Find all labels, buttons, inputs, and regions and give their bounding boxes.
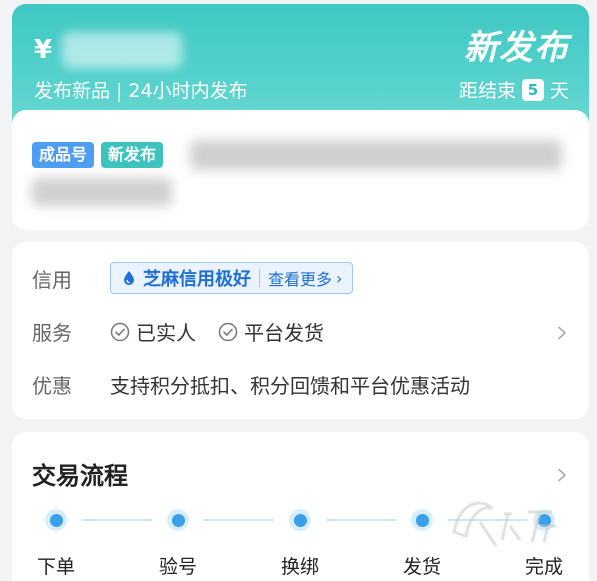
promo-value: 支持积分抵扣、积分回馈和平台优惠活动 [110,374,470,398]
listing-page: ¥ 新发布 发布新品|24小时内发布 距结束 5 天 成品号 新发布 信用 [0,0,597,581]
tag-new-release: 新发布 [101,142,164,168]
service-item: 已实人 [110,317,196,346]
chevron-right-icon[interactable] [555,326,569,340]
step-label: 验号 [158,556,197,578]
countdown: 距结束 5 天 [459,76,569,103]
product-title-redacted [190,140,562,170]
step-connector [82,519,152,521]
step-label: 完成 [524,556,563,578]
promo-label: 优惠 [32,374,72,398]
check-circle-icon [110,322,130,341]
process-title: 交易流程 [32,462,128,490]
check-circle-icon [218,322,238,341]
currency-symbol: ¥ [34,35,53,65]
subtitle-right: 24小时内发布 [128,80,248,102]
countdown-value: 5 [521,78,544,101]
price-row: ¥ [34,32,183,68]
step-label: 下单 [36,556,75,578]
tag-finished-account: 成品号 [32,142,95,168]
promo-row: 优惠 支持积分抵扣、积分回馈和平台优惠活动 [32,370,470,399]
step-connector [204,519,274,521]
info-card: 信用 芝麻信用极好 查看更多 › 服务 已实人 平台发货 优惠 支持积分抵扣、积… [12,242,589,419]
new-release-badge: 新发布 [464,28,569,68]
credit-value: 芝麻信用极好 [143,269,251,290]
subtitle-separator: | [116,80,123,102]
product-card: 成品号 新发布 [12,110,589,230]
step-dot [411,509,433,531]
credit-row: 信用 芝麻信用极好 查看更多 › [32,262,354,294]
product-title-redacted-line2 [32,178,172,206]
price-redacted [62,32,183,68]
watermark-logo-icon [452,501,556,547]
credit-more-link[interactable]: 查看更多 [268,266,332,290]
release-subtitle: 发布新品 | 24小时内发布 [34,76,248,103]
service-label: 服务 [32,321,72,345]
product-tags: 成品号 新发布 [32,142,164,168]
step-label: 换绑 [280,556,319,578]
service-item: 平台发货 [218,317,324,346]
credit-pill[interactable]: 芝麻信用极好 查看更多 › [110,262,354,294]
chevron-right-icon[interactable] [555,468,569,482]
step-dot [45,509,67,531]
countdown-suffix: 天 [549,80,569,102]
service-text: 已实人 [136,321,196,345]
water-drop-icon [124,271,134,285]
credit-label: 信用 [32,267,72,292]
chevron-right-icon: › [336,268,343,288]
step-connector [326,519,396,521]
step-label: 发货 [402,556,441,578]
service-row[interactable]: 服务 已实人 平台发货 [32,317,346,346]
countdown-prefix: 距结束 [458,80,516,102]
pill-divider [259,269,260,287]
subtitle-left: 发布新品 [34,80,111,102]
step-dot [167,509,189,531]
service-text: 平台发货 [244,321,324,345]
step-dot [289,509,311,531]
